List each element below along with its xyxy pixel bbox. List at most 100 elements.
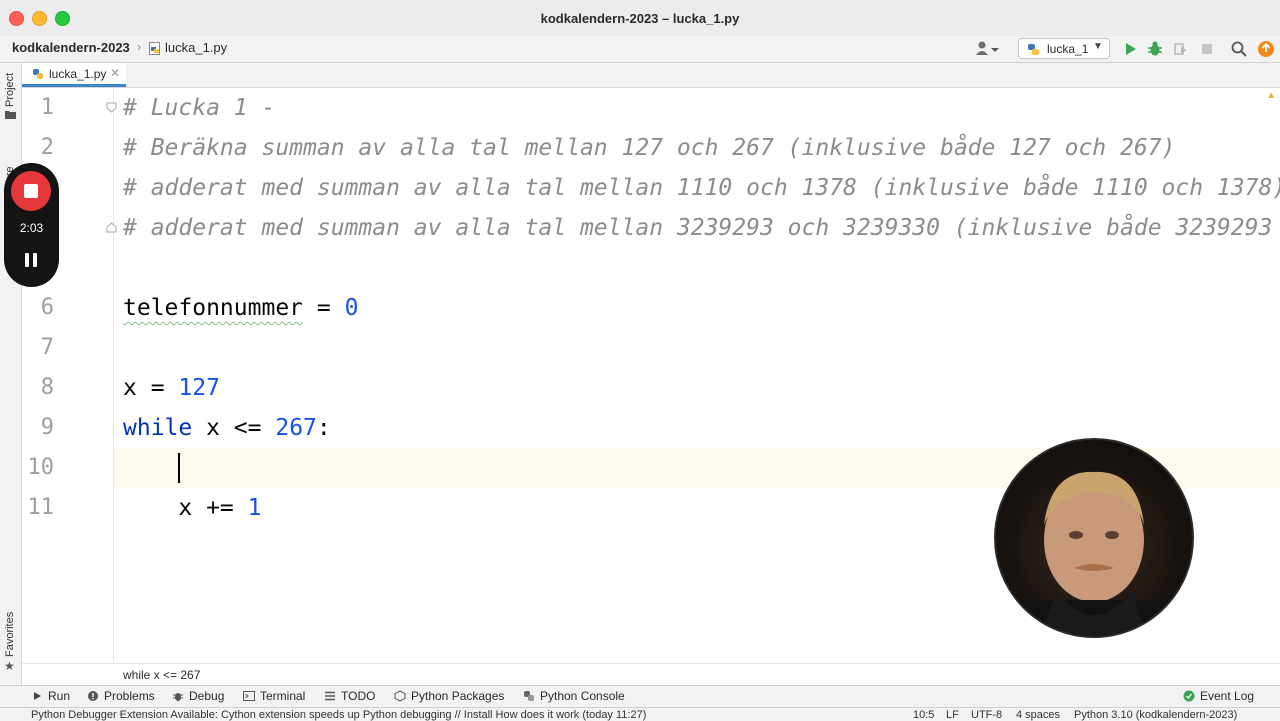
breadcrumb-project[interactable]: kodkalendern-2023 (12, 40, 130, 55)
webcam-overlay (994, 438, 1194, 638)
python-interpreter[interactable]: Python 3.10 (kodkalendern-2023) (1074, 709, 1237, 721)
navigation-bar: kodkalendern-2023 › lucka_1.py lucka_1 ▼ (0, 36, 1280, 63)
line-number: 2 (40, 135, 54, 160)
tool-python-packages[interactable]: Python Packages (394, 689, 504, 703)
run-configuration-selector[interactable]: lucka_1 ▼ (1018, 38, 1110, 59)
maximize-window-button[interactable] (55, 11, 70, 26)
python-file-icon (33, 69, 43, 79)
fold-marker-icon[interactable] (106, 102, 117, 113)
number-token: 1 (247, 495, 262, 521)
run-configuration-label: lucka_1 (1047, 42, 1089, 56)
pause-recording-icon[interactable] (24, 253, 38, 267)
run-icon (34, 692, 41, 700)
code-line: x = 127 (123, 368, 220, 408)
identifier-token: telefonnummer (123, 295, 304, 321)
code-line: # Beräkna summan av alla tal mellan 127 … (123, 135, 1176, 161)
code-token: : (316, 415, 331, 441)
debug-icon[interactable] (1146, 40, 1164, 58)
line-number: 10 (27, 455, 55, 480)
line-number: 8 (40, 375, 54, 400)
status-message[interactable]: Python Debugger Extension Available: Cyt… (31, 709, 646, 721)
search-icon[interactable] (1230, 40, 1248, 58)
folder-icon (5, 111, 16, 119)
line-number: 6 (40, 295, 54, 320)
presenter-video (996, 471, 1192, 636)
stop-icon (24, 184, 38, 198)
stop-recording-button[interactable] (11, 171, 51, 211)
tool-run[interactable]: Run (31, 689, 70, 703)
code-token: x <= (192, 415, 276, 441)
breadcrumb-separator: › (137, 39, 142, 54)
code-line: # Lucka 1 - (123, 95, 276, 121)
line-number: 11 (27, 495, 55, 520)
indent-setting[interactable]: 4 spaces (1016, 709, 1060, 721)
run-icon[interactable] (1121, 40, 1139, 58)
line-separator[interactable]: LF (946, 709, 959, 721)
caret-position[interactable]: 10:5 (913, 709, 934, 721)
list-icon (325, 691, 335, 701)
code-token: x += (123, 495, 248, 521)
tool-debug[interactable]: Debug (172, 689, 224, 703)
minimize-window-button[interactable] (32, 11, 47, 26)
packages-icon (394, 690, 406, 702)
chevron-down-icon: ▼ (1093, 41, 1103, 52)
title-bar: kodkalendern-2023 – lucka_1.py (0, 0, 1280, 37)
favorites-tool-button[interactable]: Favorites (4, 612, 16, 657)
code-token: = (303, 295, 345, 321)
project-tool-button[interactable]: Project (4, 73, 16, 107)
status-bar: Python Debugger Extension Available: Cyt… (0, 707, 1280, 721)
tool-terminal[interactable]: Terminal (243, 689, 305, 703)
code-line: # adderat med summan av alla tal mellan … (123, 175, 1280, 201)
code-line: # adderat med summan av alla tal mellan … (123, 215, 1273, 241)
code-breadcrumb[interactable]: while x <= 267 (123, 668, 200, 682)
tab-lucka-1[interactable]: lucka_1.py ✕ (22, 63, 126, 87)
close-tab-icon[interactable]: ✕ (110, 66, 120, 80)
event-log-icon (1183, 690, 1195, 702)
number-token: 267 (275, 415, 317, 441)
tool-label: Python Console (540, 689, 625, 703)
text-caret (178, 453, 180, 483)
file-encoding[interactable]: UTF-8 (971, 709, 1002, 721)
tool-label: Debug (189, 689, 225, 703)
code-token: x = (123, 375, 179, 401)
code-line: telefonnummer = 0 (123, 288, 358, 328)
tool-label: Event Log (1200, 689, 1255, 703)
stop-icon[interactable] (1198, 40, 1216, 58)
problems-icon (88, 691, 98, 701)
breadcrumb-file[interactable]: lucka_1.py (165, 40, 227, 55)
tool-window-bar: Run Problems Debug Terminal TODO Python … (0, 685, 1280, 708)
left-tool-strip: Project Structure Favorites ★ (0, 63, 22, 685)
tool-label: TODO (341, 689, 376, 703)
tool-label: Problems (104, 689, 155, 703)
tool-python-console[interactable]: Python Console (523, 689, 625, 703)
tool-event-log[interactable]: Event Log (1183, 689, 1254, 703)
window-title: kodkalendern-2023 – lucka_1.py (540, 10, 740, 26)
python-console-icon (524, 691, 534, 701)
terminal-icon (243, 691, 255, 701)
python-file-icon (149, 42, 160, 55)
code-breadcrumb-bar: while x <= 267 (22, 663, 1280, 686)
python-icon (1028, 44, 1039, 55)
close-window-button[interactable] (9, 11, 24, 26)
window-controls (9, 11, 70, 26)
code-line: x += 1 (123, 488, 261, 528)
editor-tab-bar: lucka_1.py ✕ (22, 63, 1280, 88)
tool-label: Terminal (260, 689, 306, 703)
keyword-token: while (123, 415, 193, 441)
run-with-coverage-icon[interactable] (1172, 40, 1190, 58)
tool-label: Run (48, 689, 71, 703)
number-token: 127 (178, 375, 220, 401)
number-token: 0 (344, 295, 359, 321)
recording-timer: 2:03 (19, 221, 44, 235)
screen-recording-panel: 2:03 (4, 163, 59, 287)
tool-todo[interactable]: TODO (324, 689, 375, 703)
user-icon[interactable] (974, 40, 1002, 58)
star-icon: ★ (4, 659, 15, 673)
code-line: while x <= 267: (123, 408, 331, 448)
fold-marker-icon[interactable] (106, 222, 117, 233)
tool-problems[interactable]: Problems (87, 689, 155, 703)
line-number: 1 (40, 95, 54, 120)
line-number: 7 (40, 335, 54, 360)
update-icon[interactable] (1257, 40, 1275, 58)
warning-marker-icon[interactable]: ▲ (1266, 90, 1276, 101)
